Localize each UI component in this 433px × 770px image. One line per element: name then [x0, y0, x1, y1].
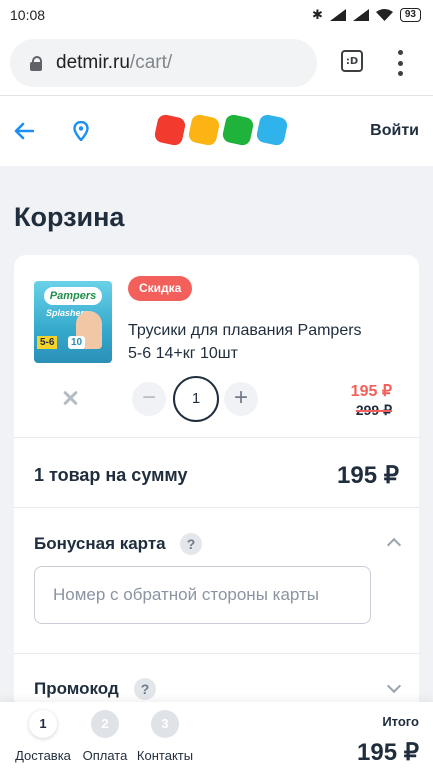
quantity-value[interactable]: 1	[173, 376, 219, 422]
back-arrow-icon[interactable]	[14, 122, 34, 140]
bonus-card-number-input[interactable]	[34, 566, 371, 624]
step-contacts[interactable]: 3 Контакты	[134, 710, 196, 763]
discount-badge: Скидка	[128, 276, 193, 301]
login-link[interactable]: Войти	[370, 122, 419, 140]
menu-dot-icon	[397, 71, 403, 76]
chevron-up-icon[interactable]	[386, 537, 402, 553]
location-pin-icon[interactable]	[73, 121, 89, 141]
checkout-bar: 1 Доставка 2 Оплата 3 Контакты Итого 195…	[0, 702, 433, 770]
site-header: Войти	[0, 96, 433, 166]
bonus-card-help-icon[interactable]: ?	[180, 533, 202, 555]
promo-help-icon[interactable]: ?	[134, 678, 156, 700]
url-path: /cart/	[129, 52, 173, 73]
price-current: 195 ₽	[350, 383, 392, 400]
battery-icon: 93	[399, 8, 421, 22]
step-number: 3	[151, 710, 179, 738]
quantity-increase-button[interactable]: +	[224, 382, 258, 416]
bluetooth-icon: ✱	[311, 7, 323, 22]
address-bar[interactable]: detmir.ru /cart/	[10, 39, 317, 87]
logo-square-green	[221, 113, 255, 147]
total-label: Итого	[382, 714, 419, 729]
status-bar: 10:08 ✱ 93	[0, 0, 433, 30]
signal-icon	[329, 9, 346, 21]
divider	[14, 653, 419, 654]
promo-code-title[interactable]: Промокод	[34, 679, 119, 699]
url-host: detmir.ru	[56, 52, 130, 73]
detmir-logo[interactable]	[153, 113, 289, 147]
product-image-count: 10	[68, 336, 86, 349]
wifi-icon	[375, 9, 393, 21]
step-payment[interactable]: 2 Оплата	[80, 710, 130, 763]
step-label: Контакты	[136, 748, 194, 763]
total-value: 195 ₽	[357, 739, 419, 766]
menu-dot-icon	[397, 60, 403, 66]
product-name-link[interactable]: Трусики для плавания Pampers 5-6 14+кг 1…	[128, 319, 378, 365]
browser-toolbar: detmir.ru /cart/ :D	[0, 30, 433, 96]
status-time: 10:08	[10, 7, 46, 23]
quantity-decrease-button[interactable]: −	[132, 382, 166, 416]
remove-item-icon[interactable]	[60, 388, 80, 408]
bonus-card-title[interactable]: Бонусная карта	[34, 534, 166, 554]
summary-value: 195 ₽	[337, 462, 399, 489]
step-number: 1	[29, 710, 57, 738]
summary-label: 1 товар на сумму	[34, 465, 188, 485]
product-image-size: 5-6	[37, 336, 58, 349]
logo-square-blue	[255, 113, 289, 147]
divider	[14, 437, 419, 438]
menu-dot-icon	[397, 50, 403, 55]
step-number: 2	[91, 710, 119, 738]
logo-square-red	[153, 113, 187, 147]
chevron-down-icon[interactable]	[386, 678, 402, 694]
browser-menu-button[interactable]	[393, 50, 407, 76]
divider	[14, 507, 419, 508]
price-old: 299 ₽	[355, 402, 392, 418]
product-image-brand: Pampers	[44, 287, 102, 305]
cart-card: Pampers Splashers 5-6 10 Скидка Трусики …	[14, 255, 419, 770]
page-title: Корзина	[14, 202, 125, 232]
step-delivery[interactable]: 1 Доставка	[14, 710, 72, 763]
logo-square-yellow	[187, 113, 221, 147]
product-image[interactable]: Pampers Splashers 5-6 10	[34, 281, 112, 363]
step-label: Оплата	[82, 748, 128, 763]
tab-switcher-button[interactable]: :D	[341, 50, 363, 72]
step-label: Доставка	[15, 748, 71, 763]
lock-icon	[30, 56, 42, 71]
status-icons: ✱ 93	[312, 7, 421, 23]
signal-icon-2	[352, 9, 369, 21]
